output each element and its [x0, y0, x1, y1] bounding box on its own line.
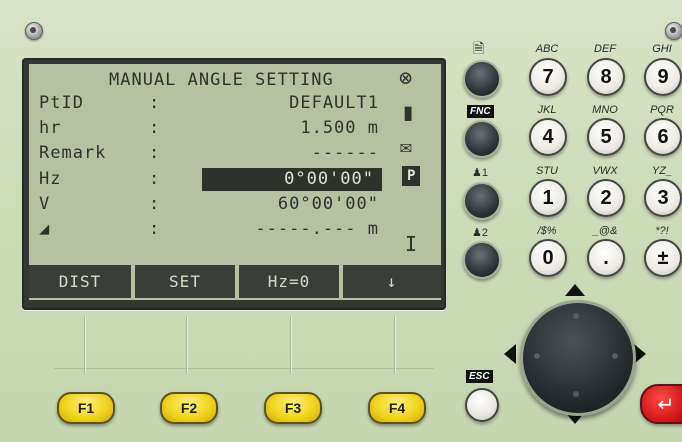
- battery-icon: ▮: [401, 98, 416, 126]
- alpha-label: YZ_: [651, 165, 673, 177]
- v-value: 60°00'00": [277, 194, 379, 214]
- remark-value[interactable]: ------: [312, 142, 379, 164]
- screw-icon: [25, 22, 43, 40]
- divider: [84, 316, 85, 374]
- f4-button[interactable]: F4: [368, 392, 426, 424]
- alpha-label: JKL: [537, 104, 557, 116]
- field-label: hr: [39, 118, 62, 138]
- hz-value-highlight[interactable]: 0°00'00": [202, 168, 382, 191]
- navigation-pad[interactable]: [520, 300, 636, 416]
- fnc-button[interactable]: [463, 120, 501, 158]
- field-colon: :: [149, 118, 161, 138]
- divider: [290, 316, 291, 374]
- divider: [186, 316, 187, 374]
- screen-title: MANUAL ANGLE SETTING: [109, 70, 334, 90]
- divider: [394, 316, 395, 374]
- key-decimal[interactable]: .: [587, 239, 625, 277]
- f1-button[interactable]: F1: [57, 392, 115, 424]
- softkey-set[interactable]: SET: [135, 265, 235, 298]
- field-label: Hz: [39, 169, 62, 189]
- alpha-label: _@&: [592, 225, 618, 237]
- divider: [54, 368, 434, 369]
- user2-button[interactable]: [463, 241, 501, 279]
- alpha-label: GHI: [652, 43, 672, 55]
- field-label: V: [39, 194, 51, 214]
- key-6[interactable]: 6: [644, 118, 682, 156]
- page-icon: 🗎: [473, 40, 485, 56]
- user1-icon: ♟1: [472, 167, 488, 179]
- key-0[interactable]: 0: [529, 239, 567, 277]
- alpha-label: PQR: [650, 104, 674, 116]
- field-colon: :: [149, 93, 161, 113]
- key-4[interactable]: 4: [529, 118, 567, 156]
- alpha-label: *?!: [655, 225, 669, 237]
- fnc-label: FNC: [467, 105, 494, 118]
- dpad-dot: [573, 313, 579, 319]
- key-5[interactable]: 5: [587, 118, 625, 156]
- f2-button[interactable]: F2: [160, 392, 218, 424]
- f3-button[interactable]: F3: [264, 392, 322, 424]
- softkey-bar: DIST SET Hz=0 ↓: [29, 265, 441, 299]
- key-plus-minus[interactable]: ±: [644, 239, 682, 277]
- row-remark: Remark : ------: [29, 142, 441, 164]
- key-3[interactable]: 3: [644, 179, 682, 217]
- key-7[interactable]: 7: [529, 58, 567, 96]
- arrow-left-icon[interactable]: [504, 344, 516, 364]
- lcd-screen: MANUAL ANGLE SETTING PtID : DEFAULT1 hr …: [29, 64, 441, 300]
- hr-value[interactable]: 1.500 m: [300, 117, 379, 139]
- alpha-label: MNO: [592, 104, 618, 116]
- field-label: Remark: [39, 143, 107, 163]
- esc-button[interactable]: [465, 388, 499, 422]
- softkey-dist[interactable]: DIST: [29, 265, 131, 298]
- p-badge-icon: P: [402, 166, 421, 186]
- field-colon: :: [149, 169, 161, 189]
- row-distance: ◢ : -----.--- m: [29, 218, 441, 240]
- user2-icon: ♟2: [472, 227, 488, 239]
- field-colon: :: [149, 143, 161, 163]
- cursor-icon: I: [405, 232, 418, 256]
- slope-distance-icon: ◢: [39, 219, 51, 239]
- alpha-label: STU: [536, 165, 558, 177]
- key-8[interactable]: 8: [587, 58, 625, 96]
- message-icon: ✉: [400, 134, 413, 158]
- field-colon: :: [149, 194, 161, 214]
- alpha-label: VWX: [592, 165, 618, 177]
- compass-icon: ⊗: [399, 66, 413, 91]
- instrument-panel: MANUAL ANGLE SETTING PtID : DEFAULT1 hr …: [0, 0, 682, 442]
- page-button[interactable]: [463, 60, 501, 98]
- key-9[interactable]: 9: [644, 58, 682, 96]
- alpha-label: DEF: [594, 43, 616, 55]
- dpad-dot: [534, 353, 540, 359]
- esc-label: ESC: [466, 370, 493, 383]
- enter-icon: ↵: [657, 392, 675, 416]
- alpha-label: /$%: [537, 225, 557, 237]
- dpad-dot: [612, 353, 618, 359]
- dpad-dot: [573, 391, 579, 397]
- softkey-hz0[interactable]: Hz=0: [239, 265, 339, 298]
- arrow-up-icon[interactable]: [565, 284, 585, 296]
- field-colon: :: [149, 219, 161, 239]
- key-1[interactable]: 1: [529, 179, 567, 217]
- screw-icon: [665, 22, 682, 40]
- row-v: V : 60°00'00": [29, 193, 441, 215]
- alpha-label: ABC: [535, 43, 559, 55]
- key-2[interactable]: 2: [587, 179, 625, 217]
- hz-row-inner: 0°00'00": [202, 168, 382, 190]
- user1-button[interactable]: [463, 182, 501, 220]
- distance-value: -----.--- m: [255, 219, 379, 239]
- field-label: PtID: [39, 93, 84, 113]
- enter-button[interactable]: ↵: [640, 384, 682, 424]
- ptid-value[interactable]: DEFAULT1: [289, 92, 379, 114]
- row-ptid: PtID : DEFAULT1: [29, 92, 441, 114]
- hz-value[interactable]: 0°00'00": [284, 168, 374, 190]
- softkey-more[interactable]: ↓: [343, 265, 441, 298]
- row-hr: hr : 1.500 m: [29, 117, 441, 139]
